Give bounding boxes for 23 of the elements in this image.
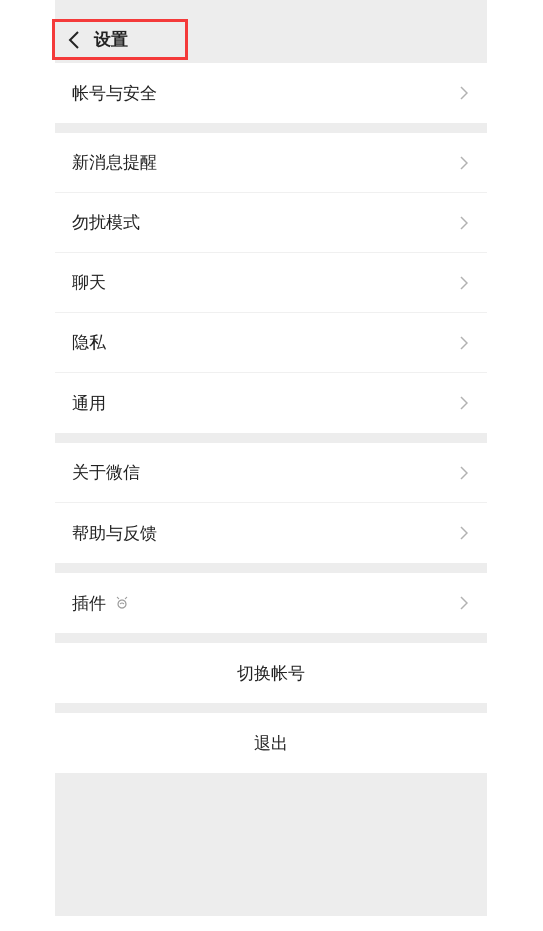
page-title: 设置 [94,29,128,51]
settings-item[interactable]: 帮助与反馈 [55,503,487,563]
account-button[interactable]: 切换帐号 [55,643,487,703]
settings-item[interactable]: 聊天 [55,253,487,313]
settings-item[interactable]: 帐号与安全 [55,63,487,123]
chevron-icon [460,156,468,170]
chevron-icon [460,596,468,610]
chevron-icon [460,526,468,540]
settings-item[interactable]: 通用 [55,373,487,433]
settings-item[interactable]: 关于微信 [55,443,487,503]
chevron-icon [460,336,468,350]
settings-item[interactable]: 插件 [55,573,487,633]
settings-item[interactable]: 勿扰模式 [55,193,487,253]
bulb-icon [116,596,128,610]
settings-item[interactable]: 新消息提醒 [55,133,487,193]
chevron-icon [460,466,468,480]
settings-item[interactable]: 隐私 [55,313,487,373]
account-button[interactable]: 退出 [55,713,487,773]
chevron-icon [460,86,468,100]
back-icon[interactable] [68,30,80,50]
chevron-icon [460,396,468,410]
chevron-icon [460,276,468,290]
chevron-icon [460,216,468,230]
